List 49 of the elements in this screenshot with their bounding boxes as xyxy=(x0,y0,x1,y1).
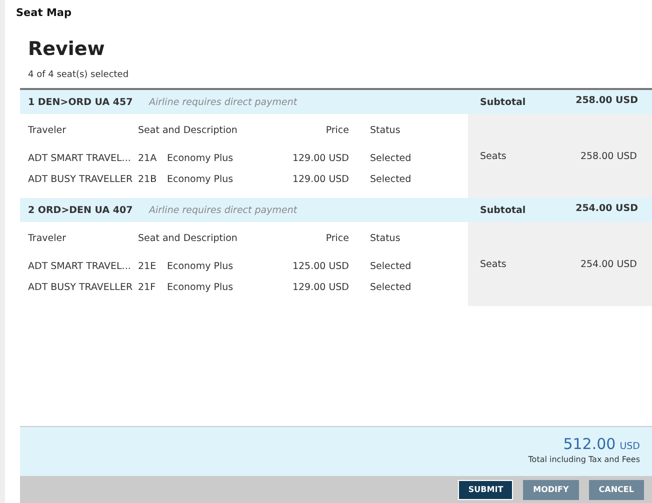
seat-cell-text: 21E xyxy=(138,261,158,272)
action-button[interactable]: CANCEL xyxy=(588,480,644,500)
price-cell-text: 129.00 USD xyxy=(291,282,349,293)
total-currency: USD xyxy=(620,441,640,452)
flight-label: 2 ORD>DEN UA 407 xyxy=(28,204,134,216)
status-cell: Selected xyxy=(370,282,412,293)
status-cell: Selected xyxy=(370,153,412,164)
flight-label: 1 DEN>ORD UA 457 xyxy=(28,96,134,108)
subtotal-amount: 258.00 USD xyxy=(576,94,638,108)
description-cell: Economy Plus xyxy=(167,174,234,185)
price-cell-text: 129.00 USD xyxy=(291,153,349,164)
column-header: Traveler xyxy=(28,233,67,244)
payment-note: Airline requires direct payment xyxy=(149,96,298,108)
subtotal-amount: 254.00 USD xyxy=(576,202,638,216)
action-button[interactable]: MODIFY xyxy=(523,480,579,500)
total-caption: Total including Tax and Fees xyxy=(528,455,640,464)
traveler-cell-text: ADT SMART TRAVEL... xyxy=(28,153,132,164)
dialog-title: Seat Map xyxy=(15,6,72,21)
status-cell: Selected xyxy=(370,261,412,272)
column-header: Seat and Description xyxy=(138,233,238,244)
column-header: Status xyxy=(370,233,400,244)
action-button[interactable]: SUBMIT xyxy=(458,480,514,500)
selection-summary: 4 of 4 seat(s) selected xyxy=(28,70,130,80)
description-cell: Economy Plus xyxy=(167,261,234,272)
status-cell: Selected xyxy=(370,174,412,185)
price-cell-text: 129.00 USD xyxy=(291,174,349,185)
subtotal-label: Subtotal xyxy=(480,96,526,108)
subtotal-label: Subtotal xyxy=(480,204,526,216)
column-header: Status xyxy=(370,125,400,136)
traveler-cell-text: ADT BUSY TRAVELLER xyxy=(28,282,134,293)
seats-amount: 254.00 USD xyxy=(580,258,637,270)
seats-label: Seats xyxy=(480,258,506,270)
column-header: Price xyxy=(324,233,349,244)
payment-note: Airline requires direct payment xyxy=(149,204,298,216)
price-cell-text: 125.00 USD xyxy=(291,261,349,272)
total-amount: 512.00 xyxy=(563,435,616,453)
seat-cell-text: 21B xyxy=(138,174,158,185)
seat-cell-text: 21A xyxy=(138,153,158,164)
description-cell: Economy Plus xyxy=(167,282,234,293)
column-header: Seat and Description xyxy=(138,125,238,136)
seat-cell-text: 21F xyxy=(138,282,157,293)
description-cell: Economy Plus xyxy=(167,153,234,164)
seats-amount: 258.00 USD xyxy=(580,150,637,162)
column-header: Price xyxy=(324,125,349,136)
seats-label: Seats xyxy=(480,150,506,162)
page-heading: Review xyxy=(28,38,106,60)
traveler-cell-text: ADT SMART TRAVEL... xyxy=(28,261,132,272)
traveler-cell-text: ADT BUSY TRAVELLER xyxy=(28,174,134,185)
column-header: Traveler xyxy=(28,125,67,136)
